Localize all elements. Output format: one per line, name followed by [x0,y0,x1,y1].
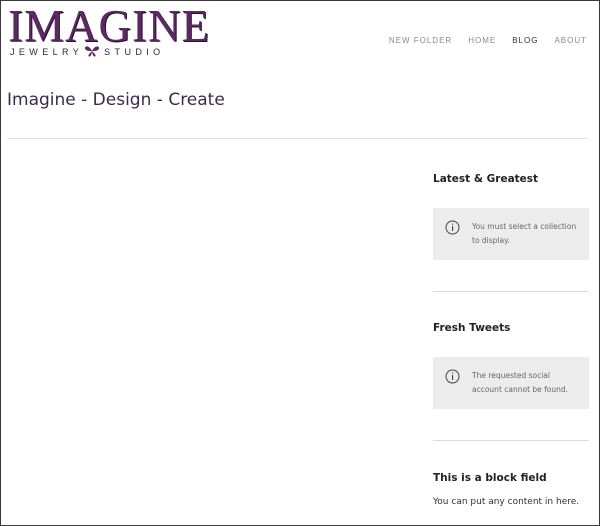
social-notice: The requested social account cannot be f… [433,357,589,409]
logo-tagline-left: JEWELRY [10,47,84,57]
widget-title-tweets: Fresh Tweets [433,322,511,334]
info-icon [445,369,460,384]
sidebar-divider [433,291,589,292]
title-divider [7,138,588,139]
site-header: IMAGINE JEWELRY STUDIO NEW FOLDER HOME B… [1,1,599,71]
logo-tagline-right: STUDIO [104,47,165,57]
site-logo[interactable]: IMAGINE JEWELRY STUDIO [8,4,209,61]
nav-home[interactable]: HOME [468,36,496,45]
main-nav: NEW FOLDER HOME BLOG ABOUT [389,36,587,45]
browser-page: IMAGINE JEWELRY STUDIO NEW FOLDER HOME B… [0,0,600,526]
widget-title-block: This is a block field [433,472,547,484]
nav-about[interactable]: ABOUT [554,36,587,45]
info-icon [445,220,460,235]
page-title: Imagine - Design - Create [7,90,225,110]
collection-notice: You must select a collection to display. [433,208,589,260]
logo-tagline: JEWELRY STUDIO [10,45,202,59]
social-notice-text: The requested social account cannot be f… [472,371,569,394]
butterfly-icon [85,46,100,57]
widget-title-latest: Latest & Greatest [433,173,539,185]
block-field-text: You can put any content in here. [433,497,580,507]
logo-wordmark: IMAGINE [8,1,210,51]
nav-blog[interactable]: BLOG [512,36,538,45]
sidebar-divider [433,440,589,441]
collection-notice-text: You must select a collection to display. [472,222,577,245]
nav-new-folder[interactable]: NEW FOLDER [389,36,452,45]
